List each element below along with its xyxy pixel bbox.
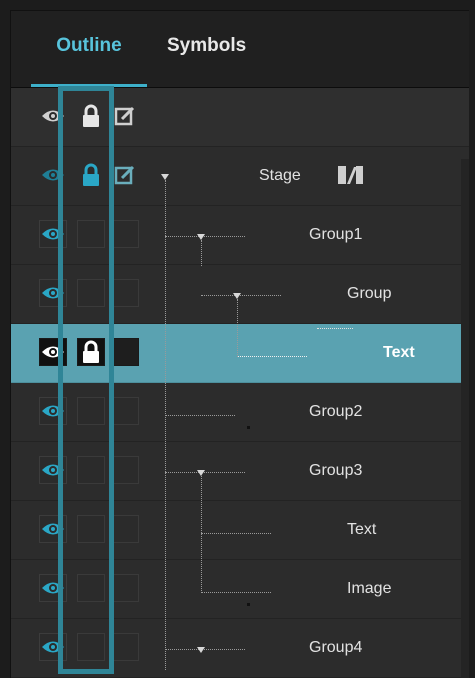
lock-icon[interactable] (77, 102, 105, 130)
tree-connector-vertical (201, 240, 202, 266)
tab-outline[interactable]: Outline (31, 11, 147, 87)
tab-outline-label: Outline (56, 35, 122, 56)
tree-connector-vertical (165, 180, 166, 670)
eye-icon (39, 574, 67, 602)
edit-toggle[interactable] (111, 338, 139, 366)
lock-toggle[interactable] (77, 456, 105, 484)
tree-row-group3[interactable]: Group3 (11, 442, 469, 501)
outline-panel: Outline Symbols Stage Group1 Group Text … (10, 10, 469, 678)
eye-toggle[interactable] (39, 633, 67, 661)
tree-connector-vertical (237, 299, 238, 357)
tree-item-label: Group3 (309, 462, 363, 479)
tree-item-label: Image (347, 580, 392, 597)
eye-toggle[interactable] (39, 397, 67, 425)
eye-icon (39, 338, 67, 366)
edit-toggle[interactable] (111, 220, 139, 248)
tab-bar: Outline Symbols (11, 11, 469, 88)
tree-connector (201, 533, 271, 534)
tree-row-group[interactable]: Group (11, 265, 469, 324)
eye-toggle[interactable] (39, 574, 67, 602)
tab-symbols-label: Symbols (167, 35, 247, 56)
lock-toggle[interactable] (77, 338, 105, 366)
tree-connector (237, 356, 307, 357)
tree-item-label: Text (347, 521, 377, 538)
eye-icon[interactable] (39, 102, 67, 130)
stage-icon (337, 164, 365, 186)
scrollbar-track[interactable] (461, 159, 469, 678)
eye-icon (39, 515, 67, 543)
eye-icon (39, 633, 67, 661)
eye-icon (39, 220, 67, 248)
edit-toggle[interactable] (111, 515, 139, 543)
edit-icon[interactable] (111, 102, 139, 130)
eye-icon (39, 397, 67, 425)
eye-toggle[interactable] (39, 515, 67, 543)
lock-toggle[interactable] (77, 279, 105, 307)
edit-toggle[interactable] (111, 279, 139, 307)
edit-toggle[interactable] (111, 574, 139, 602)
active-tab-underline (31, 84, 147, 87)
eye-toggle[interactable] (39, 456, 67, 484)
column-header-row (11, 88, 469, 147)
tree-row-group1[interactable]: Group1 (11, 206, 469, 265)
tree-connector (165, 236, 245, 237)
lock-toggle[interactable] (77, 515, 105, 543)
drag-indicator (317, 328, 353, 329)
lock-toggle[interactable] (77, 220, 105, 248)
lock-toggle[interactable] (77, 397, 105, 425)
tree-item-label: Stage (259, 167, 301, 184)
tree-connector (165, 472, 245, 473)
tree-row-group2[interactable]: Group2 (11, 383, 469, 442)
tree-connector-vertical (201, 476, 202, 593)
tree-row-text[interactable]: Text (11, 501, 469, 560)
tree-connector (201, 295, 281, 296)
lock-icon[interactable] (77, 161, 105, 189)
expand-triangle-icon[interactable] (197, 647, 205, 653)
eye-icon (39, 456, 67, 484)
tree-row-stage[interactable]: Stage (11, 147, 469, 206)
tree-row-text-selected[interactable]: Text (11, 324, 469, 383)
tree-row-group4[interactable]: Group4 (11, 619, 469, 678)
eye-toggle[interactable] (39, 279, 67, 307)
tree-connector (165, 649, 245, 650)
tree-connector (165, 415, 235, 416)
tree-row-image[interactable]: Image (11, 560, 469, 619)
edit-toggle[interactable] (111, 456, 139, 484)
lock-toggle[interactable] (77, 574, 105, 602)
lock-icon (77, 338, 105, 366)
tree-connector (201, 592, 271, 593)
edit-icon[interactable] (111, 161, 139, 189)
lock-toggle[interactable] (77, 633, 105, 661)
tree-item-label: Group2 (309, 403, 363, 420)
eye-icon[interactable] (39, 161, 67, 189)
edit-toggle[interactable] (111, 397, 139, 425)
divider-marker (247, 426, 250, 429)
edit-toggle[interactable] (111, 633, 139, 661)
tree-item-label: Text (383, 344, 415, 361)
eye-icon (39, 279, 67, 307)
tree-item-label: Group4 (309, 639, 363, 656)
eye-toggle[interactable] (39, 220, 67, 248)
tree-item-label: Group (347, 285, 392, 302)
tab-symbols[interactable]: Symbols (167, 11, 246, 87)
divider-marker (247, 603, 250, 606)
tree-item-label: Group1 (309, 226, 363, 243)
eye-toggle[interactable] (39, 338, 67, 366)
